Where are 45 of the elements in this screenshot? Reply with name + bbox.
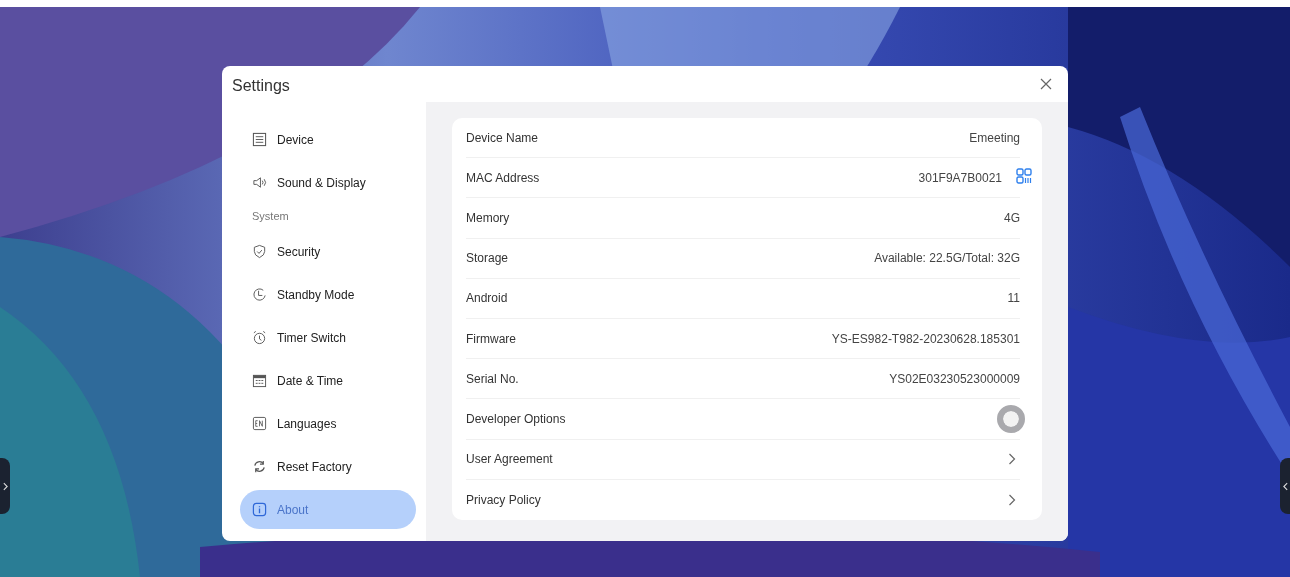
row-label: MAC Address [466, 170, 541, 185]
window-title: Settings [232, 77, 290, 95]
section-header: System [251, 209, 290, 224]
row-value: Emeeting [969, 130, 1020, 145]
refresh-icon [252, 459, 267, 474]
info-icon [252, 502, 267, 517]
row-value: YS02E03230523000009 [889, 371, 1020, 386]
sidebar-item[interactable]: Reset Factory [240, 447, 416, 486]
qr-code-icon[interactable] [1016, 167, 1032, 184]
alarm-clock-icon [252, 330, 267, 345]
row-label: Android [466, 291, 509, 306]
row-value: YS-ES982-T982-20230628.185301 [831, 331, 1020, 346]
sidebar-item[interactable]: Sound & Display [240, 163, 416, 202]
chevron-left-icon [1282, 481, 1288, 491]
row-label: Device Name [466, 130, 540, 145]
row-label: Serial No. [466, 371, 520, 386]
shield-icon [252, 244, 267, 259]
sidebar-item[interactable]: Standby Mode [240, 275, 416, 314]
row-value: 4G [1004, 210, 1020, 225]
row-label: User Agreement [466, 452, 554, 467]
sidebar-item[interactable]: Languages [240, 404, 416, 443]
row-label: Storage [466, 251, 510, 266]
close-icon [1040, 78, 1052, 90]
toggle-switch[interactable] [997, 404, 1025, 433]
sidebar-item[interactable]: Date & Time [240, 361, 416, 400]
row-label: Privacy Policy [466, 492, 542, 507]
calendar-icon [252, 373, 267, 388]
chevron-right-icon [2, 481, 8, 491]
list-icon [252, 132, 267, 147]
row-value: 301F9A7B0021 [918, 170, 1002, 185]
row-value: 11 [1007, 291, 1020, 306]
chevron-right-icon[interactable] [1008, 493, 1016, 506]
speaker-icon [252, 175, 267, 190]
sidebar-item[interactable]: Timer Switch [240, 318, 416, 357]
row-label: Firmware [466, 331, 517, 346]
side-handle[interactable] [0, 458, 10, 514]
sidebar-item[interactable]: Device [240, 120, 416, 159]
sidebar-item[interactable]: Security [240, 232, 416, 271]
row-value: Available: 22.5G/Total: 32G [874, 251, 1020, 266]
clock-icon [252, 287, 267, 302]
row-label: Memory [466, 210, 511, 225]
row-label: Developer Options [466, 411, 567, 426]
chevron-right-icon[interactable] [1008, 453, 1016, 466]
side-handle[interactable] [1280, 458, 1290, 514]
language-icon [252, 416, 267, 431]
